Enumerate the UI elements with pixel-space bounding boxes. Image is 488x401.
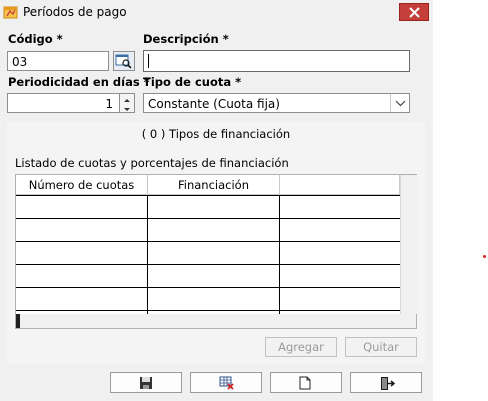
grid-row-line [16,241,400,242]
app-icon [3,6,18,19]
grid-row-line [16,218,400,219]
red-dot-marker [483,255,486,258]
agregar-button[interactable]: Agregar [265,337,337,357]
close-button[interactable] [399,3,429,21]
grid-row-line [16,310,400,311]
window-title: Períodos de pago [23,5,127,19]
codigo-lookup-button[interactable] [113,51,135,71]
grid-row-line [16,195,400,196]
save-icon [140,377,152,389]
horizontal-scrollbar[interactable] [16,314,416,328]
spin-down-button[interactable] [120,103,134,112]
text-cursor [148,54,149,68]
scrollbar-thumb[interactable] [16,314,20,328]
column-header-empty [280,175,400,195]
grid-row-line [16,264,400,265]
codigo-value: 03 [12,55,28,69]
codigo-label: Código * [8,32,63,46]
exit-icon [381,377,395,390]
periodicidad-label: Periodicidad en días * [8,75,150,89]
close-icon [409,7,420,18]
title-bar[interactable]: Períodos de pago [0,0,433,25]
exit-button[interactable] [350,372,422,393]
chevron-down-icon [395,100,406,107]
column-header-numero-cuotas[interactable]: Número de cuotas [16,175,148,195]
tipos-financiacion-text: ( 0 ) Tipos de financiación [141,127,291,141]
tipo-cuota-label: Tipo de cuota * [143,75,242,89]
descripcion-label: Descripción * [143,32,229,46]
periodicidad-value: 1 [105,97,113,111]
vertical-scrollbar[interactable] [400,175,417,314]
grid-column-line [279,195,280,314]
quitar-button[interactable]: Quitar [345,337,417,357]
save-button[interactable] [110,372,182,393]
lookup-icon [115,54,132,69]
tipo-cuota-value: Constante (Cuota fija) [148,97,280,111]
tipo-cuota-select[interactable]: Constante (Cuota fija) [143,93,410,113]
codigo-input[interactable]: 03 [7,51,109,71]
new-document-icon [299,376,311,390]
delete-button[interactable] [190,372,262,393]
financiacion-panel: ( 0 ) Tipos de financiación Listado de c… [7,122,425,364]
dialog-window: Períodos de pago Código * 03 Descripción… [0,0,433,401]
arrow-down-icon [124,108,130,111]
new-document-button[interactable] [270,372,342,393]
periodicidad-spinner[interactable] [119,93,135,113]
periodicidad-input[interactable]: 1 [7,93,120,113]
tipo-cuota-dropdown-button[interactable] [390,94,410,112]
column-header-financiacion[interactable]: Financiación [148,175,280,195]
grid-row-line [16,287,400,288]
grid-column-line [147,195,148,314]
cuotas-grid[interactable]: Número de cuotas Financiación [15,174,417,329]
spin-up-button[interactable] [120,94,134,103]
descripcion-input[interactable] [143,50,410,72]
list-title: Listado de cuotas y porcentajes de finan… [15,156,289,170]
delete-icon [219,376,234,390]
